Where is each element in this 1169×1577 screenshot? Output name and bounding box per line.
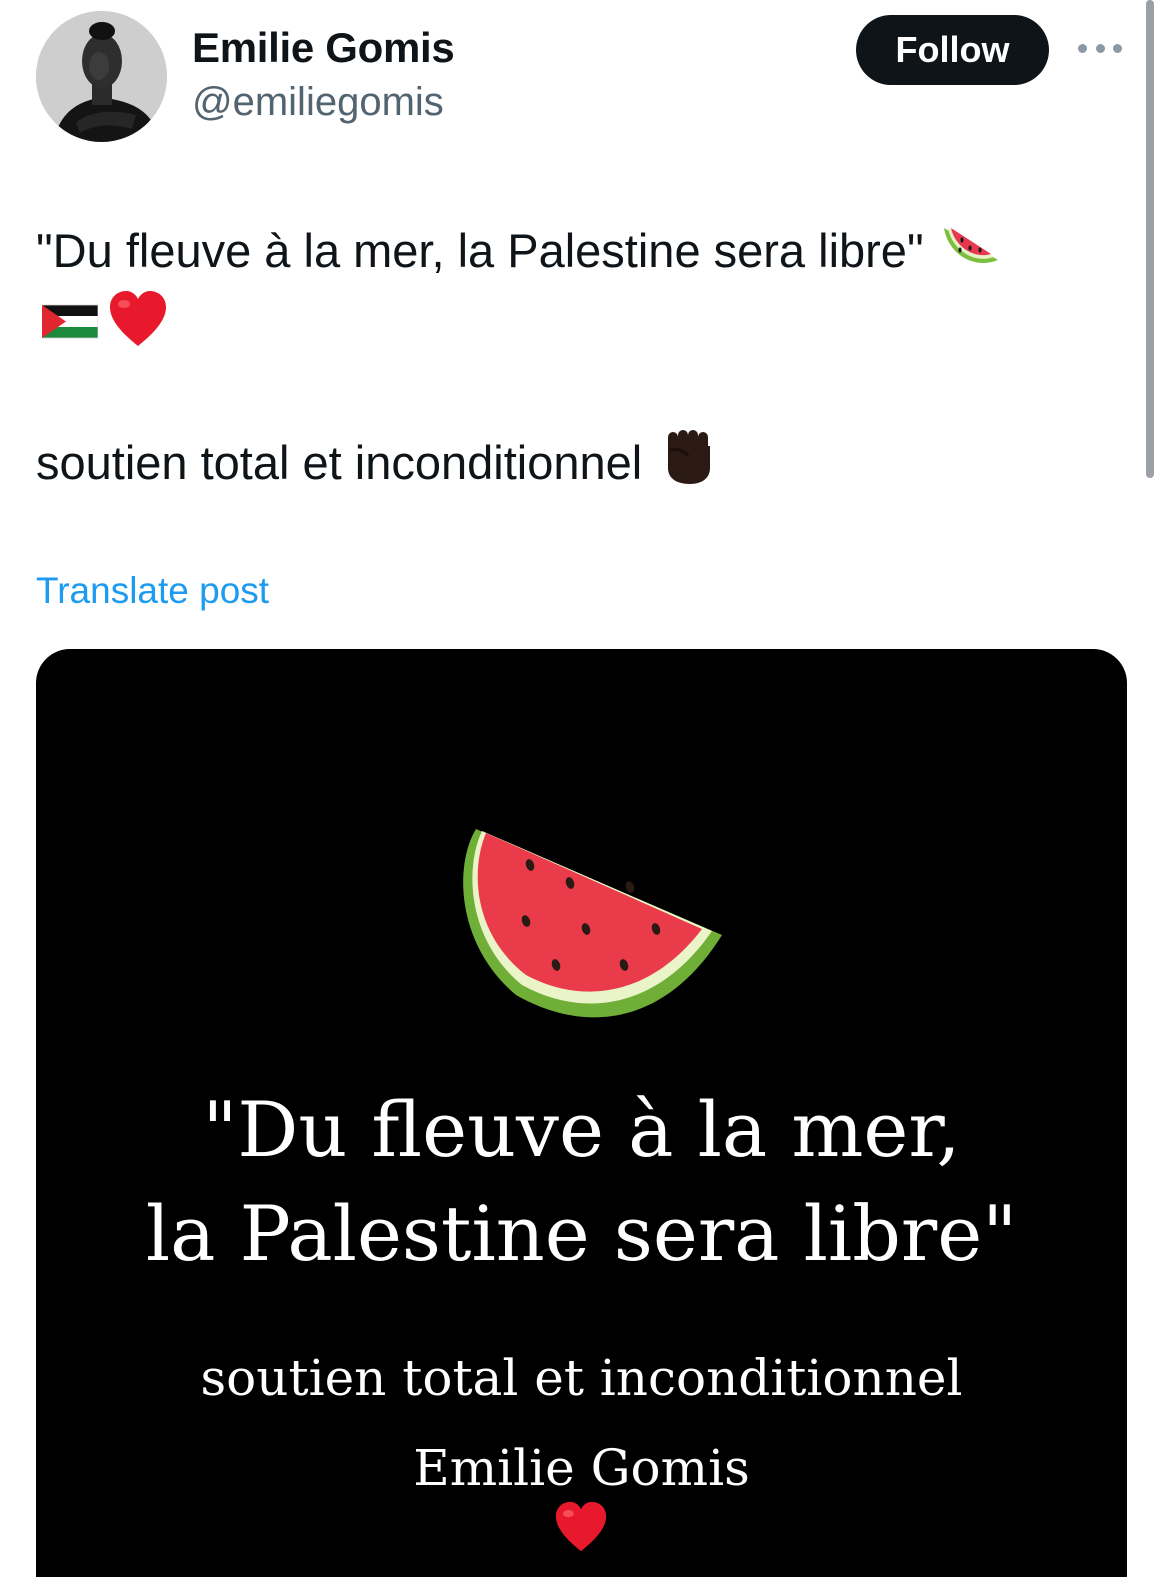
media-quote-line: "Du fleuve à la mer, (202, 1085, 961, 1174)
avatar[interactable] (36, 11, 167, 142)
media-author-name: Emilie Gomis (413, 1439, 750, 1497)
watermelon-icon (436, 825, 726, 1030)
more-dot (1113, 43, 1122, 53)
author-display-name[interactable]: Emilie Gomis (192, 24, 455, 72)
media-support-text: soutien total et inconditionnel (200, 1349, 963, 1407)
more-options-icon[interactable] (1078, 36, 1122, 60)
post-emoji-line (36, 290, 168, 359)
follow-button[interactable]: Follow (856, 15, 1049, 85)
scrollbar-thumb[interactable] (1146, 0, 1154, 478)
more-dot (1095, 43, 1105, 53)
translate-post-link[interactable]: Translate post (36, 570, 269, 612)
profile-photo-image (36, 11, 167, 142)
raised-fist-icon (662, 428, 716, 497)
red-heart-icon (108, 290, 168, 359)
red-heart-icon (553, 1501, 609, 1558)
post-page: Emilie Gomis @emiliegomis Follow "Du fle… (0, 0, 1169, 1577)
more-dot (1078, 43, 1087, 53)
post-text-support: soutien total et inconditionnel (36, 436, 643, 489)
post-text-line: "Du fleuve à la mer, la Palestine sera l… (36, 220, 1002, 281)
watermelon-icon (940, 220, 1002, 281)
media-quote-line: la Palestine sera libre" (145, 1189, 1018, 1278)
post-text-quote: "Du fleuve à la mer, la Palestine sera l… (36, 224, 924, 277)
post-text-line: soutien total et inconditionnel (36, 428, 716, 497)
author-handle[interactable]: @emiliegomis (192, 80, 444, 125)
post-media-image[interactable]: "Du fleuve à la mer, la Palestine sera l… (36, 649, 1127, 1577)
palestine-flag-icon (41, 297, 99, 352)
